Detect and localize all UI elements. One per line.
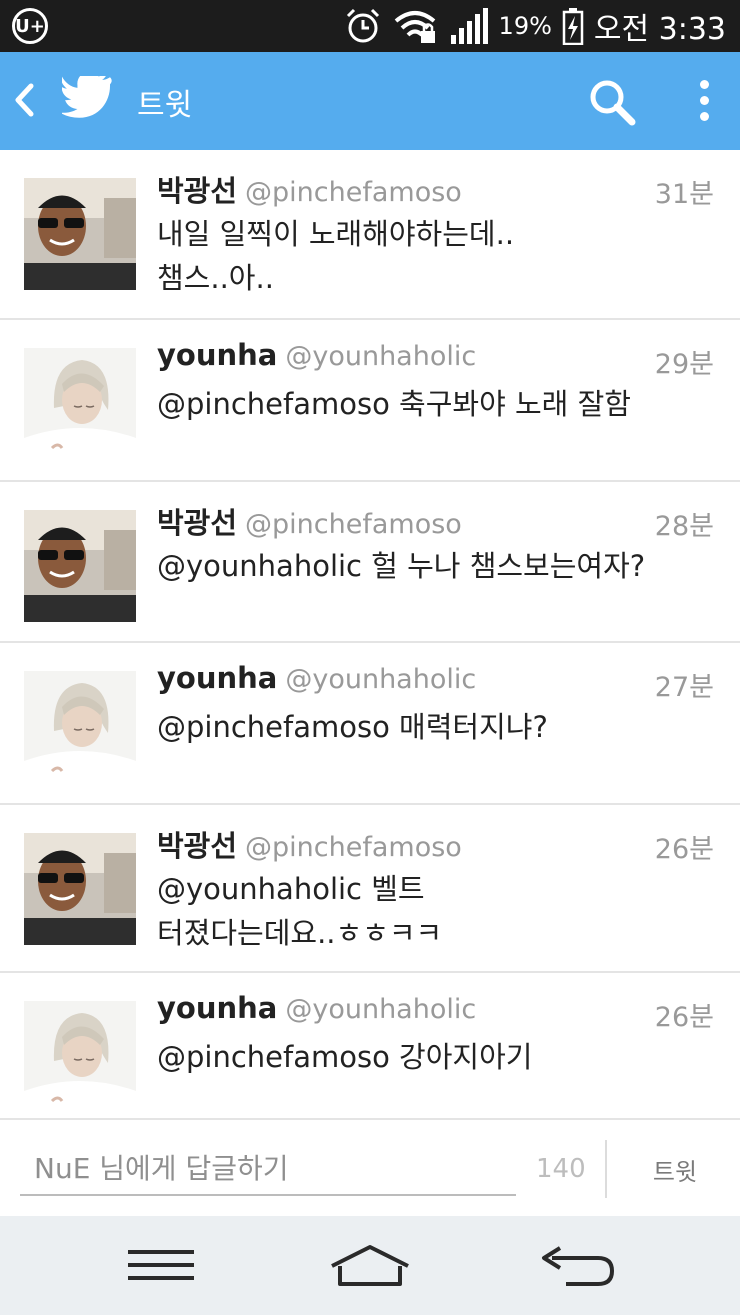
man-sunglasses-avatar-icon [24, 178, 136, 290]
user-handle: @younhaholic [285, 341, 477, 372]
tweet-item[interactable]: 박광선 @pinchefamoso 28분 @younhaholic 헐 누나 챔… [0, 482, 740, 643]
tweet-author[interactable]: younha @younhaholic [157, 661, 476, 695]
status-icons: 19% 오전 3:33 [343, 6, 726, 47]
search-icon[interactable] [588, 78, 636, 126]
display-name: younha [157, 661, 278, 695]
alarm-icon [346, 8, 379, 43]
tweet-author[interactable]: younha @younhaholic [157, 338, 476, 372]
chevron-left-icon[interactable] [12, 82, 36, 118]
tweet-time: 28분 [654, 511, 714, 542]
battery-charging-icon [562, 8, 584, 45]
tweet-item[interactable]: 박광선 @pinchefamoso 26분 @younhaholic 벨트 터졌다… [0, 805, 740, 973]
display-name: 박광선 [157, 829, 238, 863]
tweet-author[interactable]: 박광선 @pinchefamoso [157, 168, 462, 210]
tweet-button[interactable]: 트윗 [610, 1140, 740, 1198]
menu-icon[interactable] [128, 1248, 194, 1282]
display-name: younha [157, 991, 278, 1025]
avatar[interactable] [24, 178, 136, 290]
reply-input[interactable] [20, 1142, 516, 1196]
twitter-bird-icon[interactable] [62, 76, 114, 122]
battery-percent: 19% [498, 12, 552, 40]
woman-blonde-avatar-icon [24, 671, 136, 783]
tweet-text: @pinchefamoso 축구봐야 노래 잘함 [157, 387, 631, 421]
tweet-author[interactable]: younha @younhaholic [157, 991, 476, 1025]
man-sunglasses-avatar-icon [24, 833, 136, 945]
signal-icon [450, 8, 488, 44]
tweet-text: 내일 일찍이 노래해야하는데.. 챔스..아.. [157, 217, 515, 295]
tweet-time: 27분 [654, 672, 714, 703]
wifi-lock-icon [394, 11, 435, 43]
tweet-text: @pinchefamoso 강아지아기 [157, 1040, 533, 1074]
tweet-text: @younhaholic 헐 누나 챔스보는여자? [157, 549, 646, 583]
tweet-item[interactable]: 박광선 @pinchefamoso 31분 내일 일찍이 노래해야하는데.. 챔스… [0, 150, 740, 320]
tweet-text: @younhaholic 벨트 터졌다는데요..ㅎㅎㅋㅋ [157, 872, 443, 950]
overflow-menu-icon[interactable] [690, 76, 720, 126]
system-nav-bar [0, 1216, 740, 1315]
user-handle: @pinchefamoso [245, 509, 462, 540]
user-handle: @pinchefamoso [245, 832, 462, 863]
tweet-time: 26분 [654, 1002, 714, 1033]
divider [605, 1140, 607, 1198]
carrier-area: U+ [12, 8, 48, 44]
avatar[interactable] [24, 671, 136, 783]
man-sunglasses-avatar-icon [24, 510, 136, 622]
character-counter: 140 [536, 1154, 586, 1184]
user-handle: @younhaholic [285, 994, 477, 1025]
user-handle: @younhaholic [285, 664, 477, 695]
home-icon[interactable] [328, 1244, 412, 1288]
tweet-time: 31분 [654, 179, 714, 210]
carrier-logo-icon: U+ [12, 8, 48, 44]
tweet-list: 박광선 @pinchefamoso 31분 내일 일찍이 노래해야하는데.. 챔스… [0, 150, 740, 1118]
avatar[interactable] [24, 1001, 136, 1113]
display-name: younha [157, 338, 278, 372]
avatar[interactable] [24, 348, 136, 460]
reply-bar: 140 트윗 [0, 1118, 740, 1216]
clock: 오전 3:33 [593, 12, 726, 47]
dot [700, 80, 709, 89]
status-bar: U+ 19% 오전 3:33 [0, 0, 740, 52]
tweet-item[interactable]: younha @younhaholic 26분 @pinchefamoso 강아지… [0, 973, 740, 1118]
user-handle: @pinchefamoso [245, 177, 462, 208]
woman-blonde-avatar-icon [24, 348, 136, 460]
avatar[interactable] [24, 510, 136, 622]
display-name: 박광선 [157, 174, 238, 208]
tweet-time: 26분 [654, 834, 714, 865]
tweet-item[interactable]: younha @younhaholic 29분 @pinchefamoso 축구봐… [0, 320, 740, 482]
tweet-time: 29분 [654, 349, 714, 380]
back-icon[interactable] [538, 1244, 618, 1288]
tweet-item[interactable]: younha @younhaholic 27분 @pinchefamoso 매력터… [0, 643, 740, 805]
dot [700, 96, 709, 105]
app-bar: 트윗 [0, 52, 740, 150]
tweet-text: @pinchefamoso 매력터지냐? [157, 710, 548, 744]
tweet-author[interactable]: 박광선 @pinchefamoso [157, 823, 462, 865]
page-title: 트윗 [137, 88, 193, 123]
display-name: 박광선 [157, 506, 238, 540]
woman-blonde-avatar-icon [24, 1001, 136, 1113]
dot [700, 112, 709, 121]
avatar[interactable] [24, 833, 136, 945]
tweet-author[interactable]: 박광선 @pinchefamoso [157, 500, 462, 542]
